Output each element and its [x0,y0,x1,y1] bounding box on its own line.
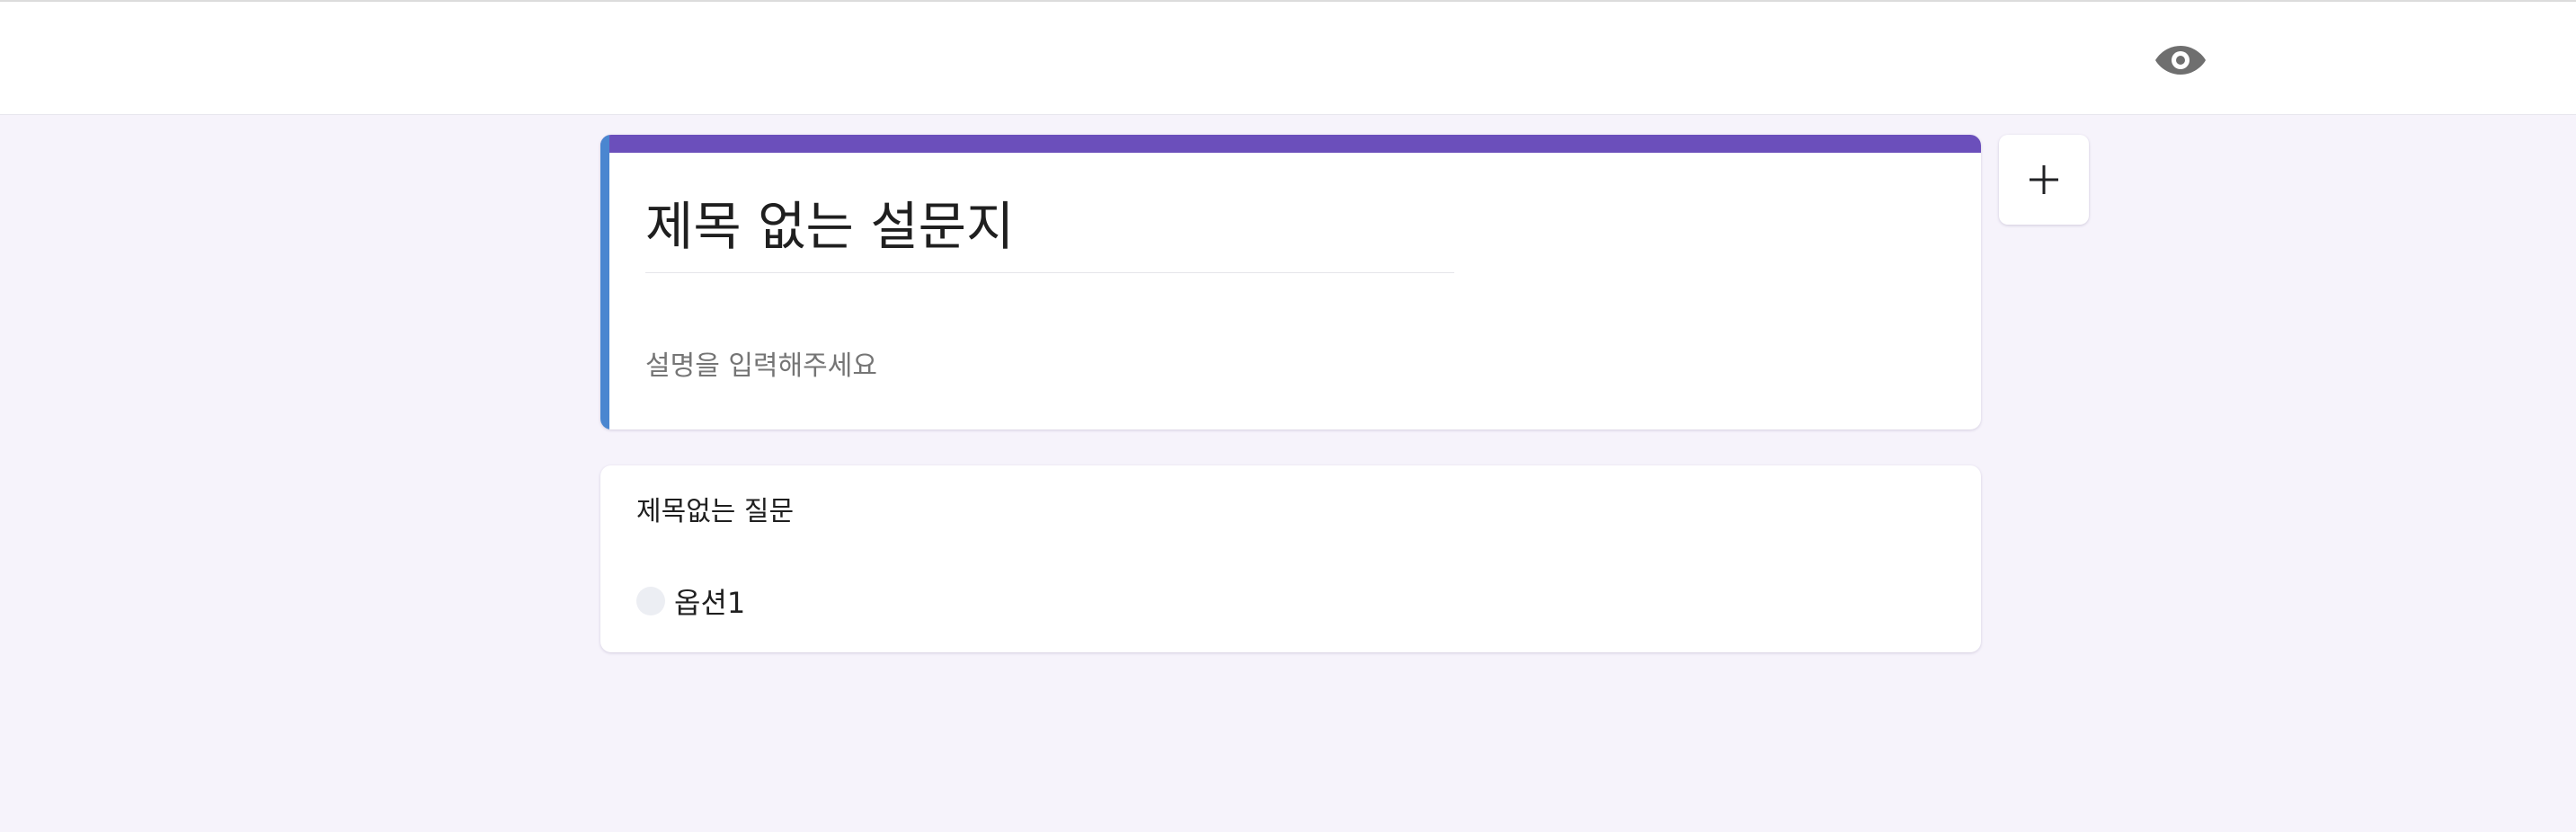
top-bar [0,0,2576,115]
form-editor: 제목 없는 설문지 제목없는 질문 옵션1 [600,135,1981,652]
title-card-focus-bar [600,135,609,429]
option-label: 옵션1 [674,586,746,620]
question-title[interactable]: 제목없는 질문 [636,489,794,528]
form-description-input[interactable] [645,343,1454,388]
eye-icon [2155,46,2206,75]
plus-icon [2030,165,2058,194]
add-question-button[interactable] [1999,135,2089,225]
option-item[interactable]: 옵션1 [636,580,745,622]
question-card[interactable]: 제목없는 질문 옵션1 [600,465,1981,652]
preview-button[interactable] [2152,38,2209,83]
radio-button[interactable] [636,587,665,615]
form-title-card: 제목 없는 설문지 [600,135,1981,429]
form-title-input[interactable]: 제목 없는 설문지 [645,192,1454,273]
title-card-accent-bar [600,135,1981,153]
